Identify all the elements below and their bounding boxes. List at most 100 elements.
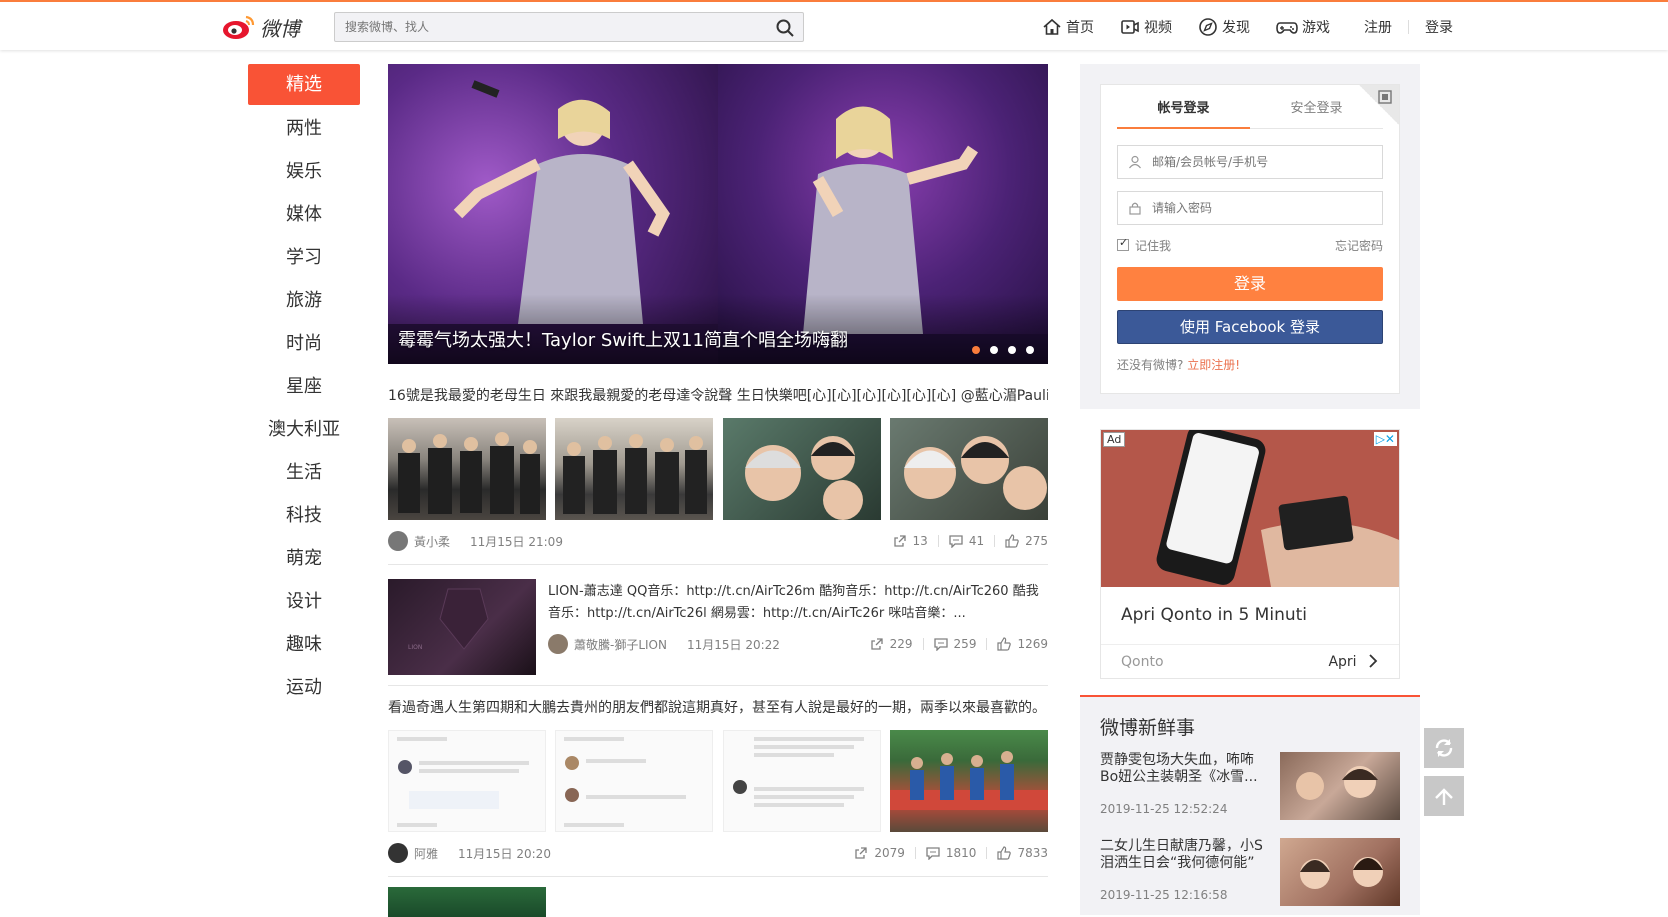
carousel-dot[interactable] xyxy=(972,346,980,354)
category-item[interactable]: 两性 xyxy=(248,107,360,150)
register-link[interactable]: 注册 xyxy=(1364,17,1392,37)
facebook-login-button[interactable]: 使用 Facebook 登录 xyxy=(1117,310,1383,344)
remember-row: 记住我 忘记密码 xyxy=(1117,236,1383,254)
post-image[interactable] xyxy=(555,418,714,520)
share-button[interactable]: 2079 xyxy=(854,846,905,860)
like-count: 7833 xyxy=(1017,846,1048,860)
carousel-dot[interactable] xyxy=(1008,346,1016,354)
post-image[interactable] xyxy=(388,887,546,917)
post-image[interactable] xyxy=(722,730,881,832)
category-item[interactable]: 旅游 xyxy=(248,279,360,322)
top-navbar: 微博 首页 视频 xyxy=(0,0,1668,50)
category-item[interactable]: 趣味 xyxy=(248,623,360,666)
post-image[interactable] xyxy=(555,730,714,832)
post-image[interactable] xyxy=(388,730,546,832)
search-input[interactable] xyxy=(335,13,755,41)
login-link[interactable]: 登录 xyxy=(1425,17,1453,37)
category-item[interactable]: 星座 xyxy=(248,365,360,408)
category-item[interactable]: 科技 xyxy=(248,494,360,537)
category-item[interactable]: 学习 xyxy=(248,236,360,279)
hot-news-headline[interactable]: 贾静雯包场大失血，咘咘Bo妞公主装朝圣《冰雪... xyxy=(1100,752,1268,786)
like-button[interactable]: 1269 xyxy=(997,637,1048,651)
category-item[interactable]: 运动 xyxy=(248,666,360,709)
nav-home[interactable]: 首页 xyxy=(1042,17,1094,37)
ad-image[interactable] xyxy=(1101,430,1399,587)
nav-discover[interactable]: 发现 xyxy=(1198,17,1250,37)
carousel-dot[interactable] xyxy=(990,346,998,354)
hero-caption[interactable]: 霉霉气场太强大！Taylor Swift上双11简直个唱全场嗨翻 xyxy=(398,326,848,352)
refresh-button[interactable] xyxy=(1424,728,1464,768)
post-stats: 13 41 275 xyxy=(883,534,1048,548)
post-time: 11月15日 20:20 xyxy=(458,846,551,861)
ad-photo xyxy=(1101,430,1399,587)
post-image[interactable]: LION xyxy=(388,579,536,675)
nav-games[interactable]: 游戏 xyxy=(1276,17,1330,37)
ad-banner[interactable]: Ad ▷✕ Apri Qonto in 5 Minuti Qonto Apri xyxy=(1100,429,1400,679)
register-prompt: 还没有微博? 立即注册! xyxy=(1117,356,1383,373)
post-image[interactable] xyxy=(388,418,546,520)
weibo-logo[interactable]: 微博 xyxy=(222,12,300,42)
album-cover-label: LION xyxy=(408,644,422,651)
nav-home-label: 首页 xyxy=(1066,20,1094,36)
category-item[interactable]: 生活 xyxy=(248,451,360,494)
chevron-right-icon xyxy=(1369,653,1378,668)
home-icon xyxy=(1043,18,1061,35)
password-input[interactable] xyxy=(1152,192,1392,224)
back-to-top-button[interactable] xyxy=(1424,776,1464,816)
like-button[interactable]: 7833 xyxy=(997,846,1048,860)
hot-news-item[interactable]: 贾静雯包场大失血，咘咘Bo妞公主装朝圣《冰雪... 2019-11-25 12:… xyxy=(1100,752,1400,820)
register-now-link[interactable]: 立即注册! xyxy=(1187,358,1240,372)
post-text[interactable]: 看過奇遇人生第四期和大鵬去貴州的朋友們都說這期真好，甚至有人說是最好的一期，兩季… xyxy=(388,698,1048,718)
post-text-line[interactable]: LION-蕭志達 QQ音乐：http://t.cn/AirTc26m 酷狗音乐：… xyxy=(548,581,1048,603)
username-input[interactable] xyxy=(1152,146,1392,178)
category-item[interactable]: 澳大利亚 xyxy=(248,408,360,451)
comment-icon xyxy=(933,638,948,651)
post-image[interactable] xyxy=(889,730,1048,832)
post-text-line[interactable]: 音乐：http://t.cn/AirTc26l 網易雲：http://t.cn/… xyxy=(548,603,1048,625)
category-item[interactable]: 设计 xyxy=(248,580,360,623)
category-item[interactable]: 萌宠 xyxy=(248,537,360,580)
share-button[interactable]: 13 xyxy=(893,534,928,548)
avatar[interactable] xyxy=(388,531,408,551)
tab-secure-login[interactable]: 安全登录 xyxy=(1250,85,1383,128)
login-button[interactable]: 登录 xyxy=(1117,267,1383,301)
ad-title[interactable]: Apri Qonto in 5 Minuti xyxy=(1121,605,1307,625)
tab-account-login[interactable]: 帐号登录 xyxy=(1117,85,1250,129)
post-text[interactable]: 16號是我最愛的老母生日 來跟我最親愛的老母達令說聲 生日快樂吧[心][心][心… xyxy=(388,386,1048,406)
category-item[interactable]: 娱乐 xyxy=(248,150,360,193)
hot-news-image[interactable] xyxy=(1280,752,1400,820)
comment-button[interactable]: 1810 xyxy=(926,846,976,860)
post-author[interactable]: 黃小柔 xyxy=(414,533,450,550)
avatar[interactable] xyxy=(548,634,568,654)
post-author[interactable]: 阿雅 xyxy=(414,845,438,862)
category-item-featured[interactable]: 精选 xyxy=(248,64,360,105)
comment-button[interactable]: 259 xyxy=(933,637,976,651)
nav-divider xyxy=(1408,20,1409,34)
post-author[interactable]: 蕭敬騰-獅子LION xyxy=(574,636,667,653)
hot-news-image[interactable] xyxy=(1280,838,1400,906)
post-image[interactable] xyxy=(722,418,881,520)
category-item[interactable]: 时尚 xyxy=(248,322,360,365)
hot-news-item[interactable]: 二女儿生日献唐乃馨，小S泪洒生日会“我何德何能” 2019-11-25 12:1… xyxy=(1100,838,1400,906)
post-time: 11月15日 20:22 xyxy=(686,637,780,652)
remember-label[interactable]: 记住我 xyxy=(1135,237,1171,254)
post-image[interactable] xyxy=(889,418,1048,520)
ad-cta-button[interactable]: Apri xyxy=(1328,654,1379,670)
search-box xyxy=(334,12,804,42)
nav-video[interactable]: 视频 xyxy=(1120,17,1172,37)
like-button[interactable]: 275 xyxy=(1005,534,1048,548)
avatar[interactable] xyxy=(388,843,408,863)
forgot-password-link[interactable]: 忘记密码 xyxy=(1335,237,1383,254)
search-icon[interactable] xyxy=(775,18,795,38)
share-button[interactable]: 229 xyxy=(870,637,913,651)
hot-news-headline[interactable]: 二女儿生日献唐乃馨，小S泪洒生日会“我何德何能” xyxy=(1100,838,1268,872)
category-item[interactable]: 媒体 xyxy=(248,193,360,236)
remember-checkbox[interactable] xyxy=(1117,236,1129,251)
post-images xyxy=(388,418,1048,520)
hot-news-panel: 微博新鲜事 贾静雯包场大失血，咘咘Bo妞公主装朝圣《冰雪... 2019-11-… xyxy=(1080,695,1420,915)
adchoices-close-icon[interactable]: ▷✕ xyxy=(1373,432,1397,446)
comment-button[interactable]: 41 xyxy=(949,534,984,548)
stat-divider xyxy=(922,638,924,650)
hero-carousel[interactable]: 霉霉气场太强大！Taylor Swift上双11简直个唱全场嗨翻 xyxy=(388,64,1048,364)
carousel-dot[interactable] xyxy=(1026,346,1034,354)
